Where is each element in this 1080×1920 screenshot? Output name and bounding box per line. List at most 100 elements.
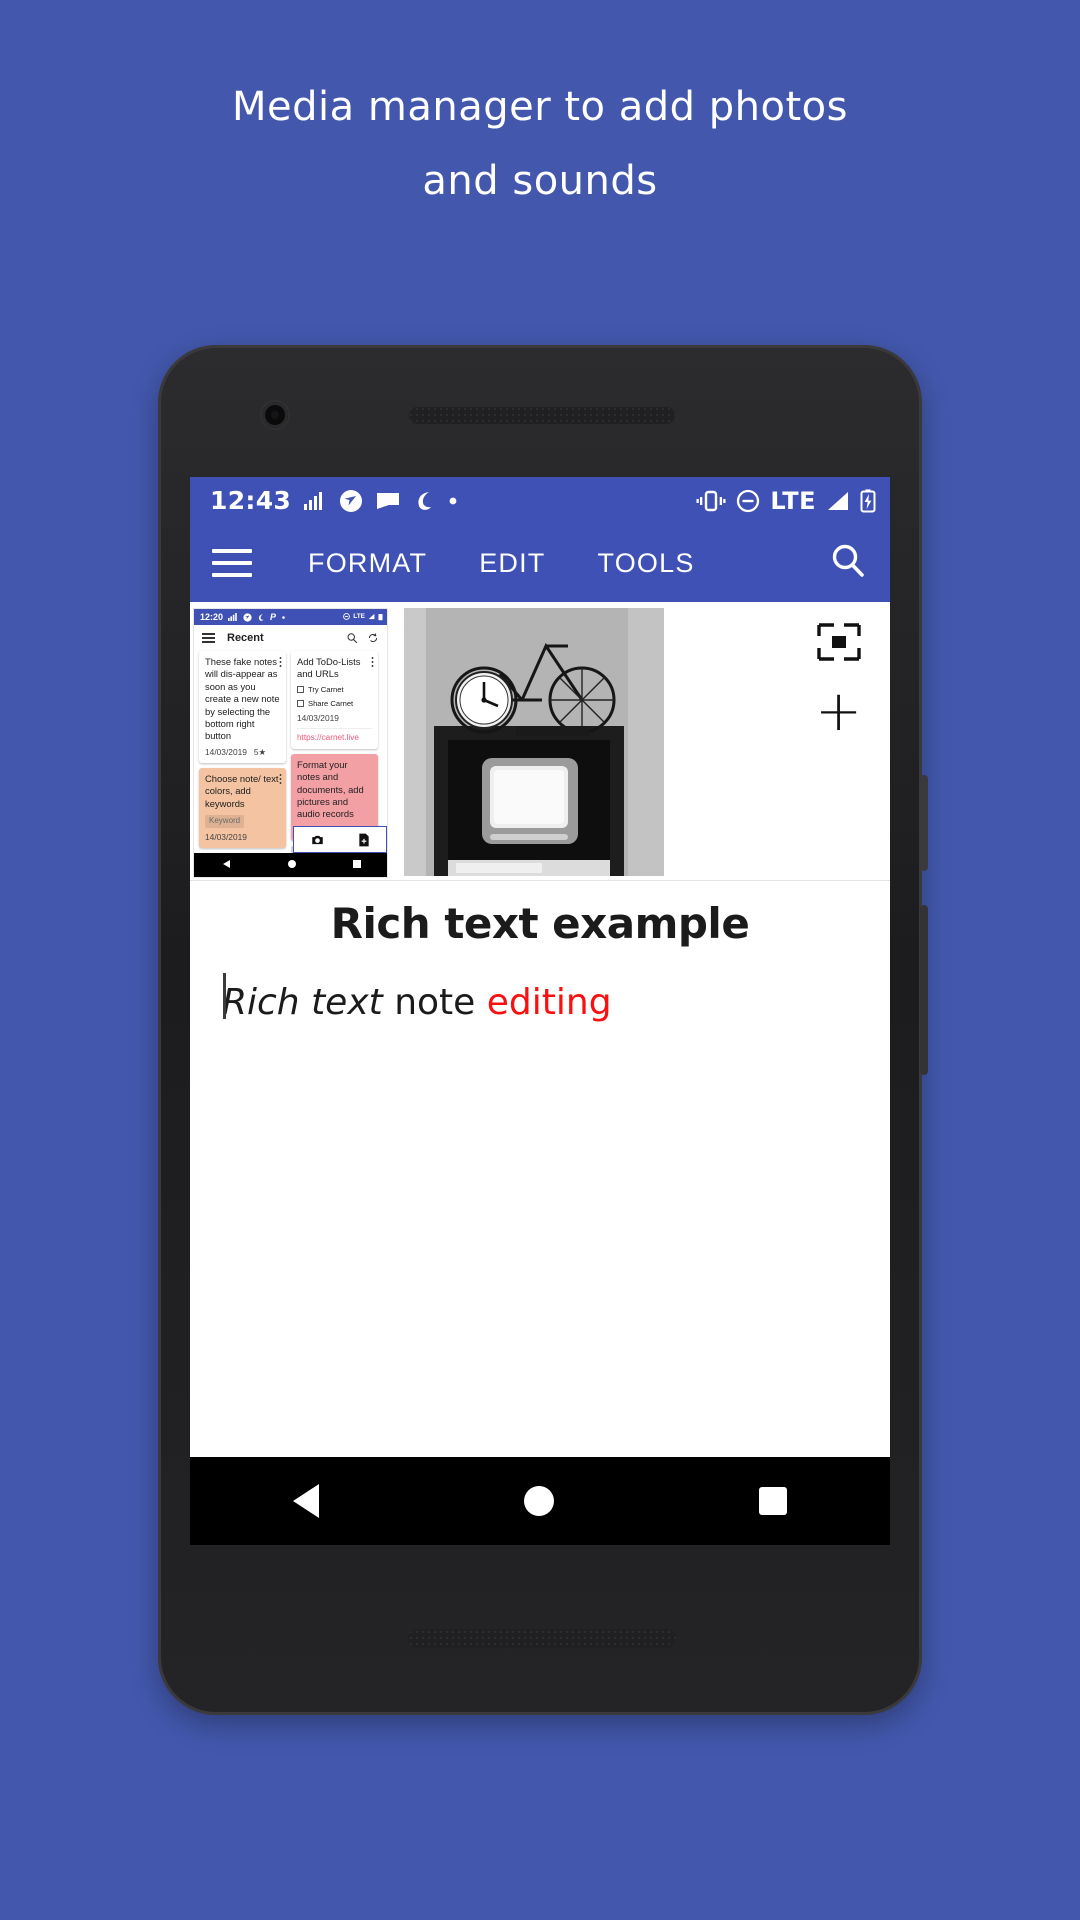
thumb-title: Recent [227,632,264,644]
media-photo-attachment[interactable] [404,608,664,876]
checkbox-icon[interactable] [297,686,304,694]
camera-icon [312,835,323,844]
network-type-label: LTE [770,486,816,515]
media-action-buttons: + [815,608,890,740]
navigation-icon [243,612,252,622]
tab-edit[interactable]: EDIT [479,548,545,579]
thumb-status-bar: 12:20 P LTE [194,609,387,625]
note-meta: 14/03/2019 [297,713,372,724]
navigation-icon [339,489,363,513]
thumb-note-card[interactable]: Add ToDo-Lists and URLs Try Carnet Share… [291,651,378,749]
hamburger-icon[interactable] [202,633,215,643]
battery-charging-icon [860,488,876,513]
thumb-status-right: LTE [343,613,387,621]
thumb-note-card[interactable]: Choose note/ text colors, add keywords K… [199,767,286,848]
add-icon[interactable]: + [815,684,862,740]
note-meta: 14/03/2019 5★ [205,747,280,758]
note-date: 14/03/2019 [297,712,339,723]
earpiece-speaker [408,406,676,425]
app-toolbar: FORMAT EDIT TOOLS [190,524,890,602]
hamburger-icon[interactable] [212,549,252,577]
thumb-actions [346,632,379,644]
note-add-icon [359,833,369,846]
signal-bars-icon [228,613,237,621]
p-icon: P [270,612,277,622]
media-manager-strip: 12:20 P LTE Recent These fake notes will… [190,602,890,880]
search-icon[interactable] [828,541,868,586]
checkbox-icon[interactable] [297,700,304,708]
status-bar-left: 12:43 [210,486,458,515]
photo-bicycle-clock [404,608,664,876]
todo-label: Share Carnet [308,698,354,708]
status-bar: 12:43 LTE [190,477,890,524]
signal-triangle-icon [826,491,850,511]
dot-icon [282,615,285,619]
note-date: 14/03/2019 [205,831,247,842]
promo-headline: Media manager to add photos and sounds [0,70,1080,218]
phone-screen: 12:43 LTE FORMAT EDIT TOOLS 12:20 P LTE … [190,477,890,1545]
text-caret [223,973,226,1019]
android-nav-bar [190,1457,890,1545]
vibrate-icon [696,490,726,512]
back-triangle-icon[interactable] [222,856,232,874]
note-text: These fake notes will dis-appear as soon… [205,656,280,742]
thumb-fab-bar [293,826,387,853]
status-time: 12:43 [210,486,292,515]
toolbar-tabs: FORMAT EDIT TOOLS [308,548,695,579]
home-circle-icon[interactable] [287,856,297,874]
tab-format[interactable]: FORMAT [308,548,427,579]
more-options-icon[interactable] [279,772,282,784]
note-body-italic: Rich text [222,982,383,1023]
keyword-chip: Keyword [205,815,245,828]
todo-item[interactable]: Try Carnet [297,685,372,695]
thumb-note-card[interactable]: These fake notes will dis-appear as soon… [199,651,286,763]
note-body-red: editing [486,982,612,1023]
recents-square-icon[interactable] [759,1487,788,1515]
do-not-disturb-icon [343,613,351,620]
search-icon [347,633,358,644]
power-button[interactable] [920,775,928,871]
battery-icon [378,614,383,621]
note-text: Choose note/ text colors, add keywords [205,772,279,809]
note-stars: 5★ [253,746,266,757]
flag-icon [376,490,400,512]
more-options-icon[interactable] [371,656,374,667]
media-thumbnail-screenshot[interactable]: 12:20 P LTE Recent These fake notes will… [193,608,388,878]
network-type-label: LTE [353,613,365,620]
thumb-nav-bar [194,853,387,877]
signal-bars-icon [304,491,326,510]
thumb-status-time: 12:20 [200,612,224,622]
front-camera-icon [262,402,288,428]
thumb-notes-column-left: These fake notes will dis-appear as soon… [199,651,286,877]
moon-icon [413,489,435,513]
note-editor[interactable]: Rich text example Rich text note editing [190,880,890,1482]
promo-headline-line1: Media manager to add photos [232,84,848,130]
note-title: Rich text example [330,899,750,948]
sync-icon [368,633,378,643]
moon-icon [258,613,264,621]
more-options-icon[interactable] [279,656,282,667]
note-date: 14/03/2019 [205,746,247,757]
home-circle-icon[interactable] [523,1486,554,1516]
note-body-line: Rich text note editing [190,982,890,1023]
note-title: Add ToDo-Lists and URLs [297,656,361,680]
note-link[interactable]: https://carnet.live [297,727,372,744]
todo-item[interactable]: Share Carnet [297,699,372,709]
recents-square-icon[interactable] [352,856,362,874]
note-meta: 14/03/2019 [205,832,280,843]
dot-icon [448,496,458,506]
note-body-plain: note [394,982,476,1023]
back-triangle-icon[interactable] [292,1484,319,1518]
phone-device: 12:43 LTE FORMAT EDIT TOOLS 12:20 P LTE … [158,345,928,1715]
note-text: Format your notes and documents, add pic… [297,758,364,820]
signal-triangle-icon [368,613,375,620]
do-not-disturb-icon [736,489,760,513]
promo-headline-line2: and sounds [422,158,658,204]
fullscreen-icon[interactable] [816,622,862,662]
volume-button[interactable] [920,905,928,1075]
thumb-app-bar: Recent [194,625,387,651]
tab-tools[interactable]: TOOLS [598,548,695,579]
todo-label: Try Carnet [308,684,344,694]
bottom-speaker [408,1629,676,1648]
status-bar-right: LTE [696,487,876,515]
